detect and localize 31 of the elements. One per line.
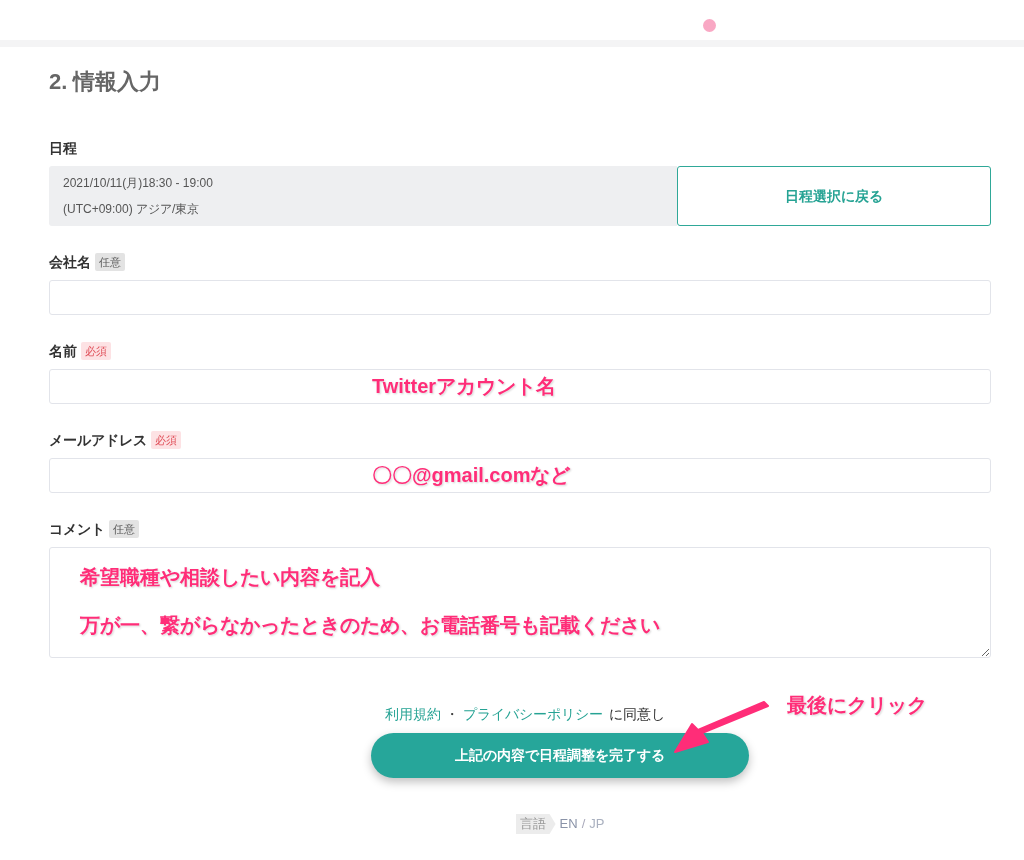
privacy-policy-link[interactable]: プライバシーポリシー	[463, 704, 603, 725]
comment-textarea[interactable]	[49, 547, 991, 658]
annotation-text: 最後にクリック	[787, 693, 927, 718]
field-label: 会社名	[49, 253, 91, 272]
language-option[interactable]: JP	[589, 814, 605, 834]
field-label: コメント	[49, 520, 105, 539]
consent-text: に同意し	[609, 705, 665, 724]
field-label: 名前	[49, 342, 77, 361]
input-field[interactable]	[49, 458, 991, 493]
section-title: 2. 情報入力	[49, 68, 163, 96]
input-field[interactable]	[49, 280, 991, 315]
optional-badge: 任意	[95, 253, 125, 271]
language-label: 言語	[515, 814, 556, 834]
field-label: メールアドレス	[49, 431, 147, 450]
annotation-text: Twitterアカウント名	[372, 374, 557, 399]
separator-text: ・	[445, 705, 459, 724]
annotation-text: 希望職種や相談したい内容を記入	[80, 565, 381, 590]
submit-button[interactable]: 上記の内容で日程調整を完了する	[371, 733, 749, 778]
annotation-text: 〇〇@gmail.comなど	[372, 463, 571, 488]
separator-text: /	[581, 815, 586, 834]
optional-badge: 任意	[109, 520, 139, 538]
language-option[interactable]: EN	[559, 814, 578, 834]
terms-link[interactable]: 利用規約	[385, 704, 441, 725]
schedule-timezone: (UTC+09:00) アジア/東京	[63, 201, 201, 218]
back-to-schedule-button[interactable]: 日程選択に戻る	[677, 166, 991, 226]
schedule-datetime: 2021/10/11(月)18:30 - 19:00	[63, 175, 214, 192]
annotation-text: 万が一、繋がらなかったときのため、お電話番号も記載ください	[80, 613, 660, 638]
input-field[interactable]	[49, 369, 991, 404]
required-badge: 必須	[151, 431, 181, 449]
required-badge: 必須	[81, 342, 111, 360]
field-label: 日程	[49, 139, 78, 158]
